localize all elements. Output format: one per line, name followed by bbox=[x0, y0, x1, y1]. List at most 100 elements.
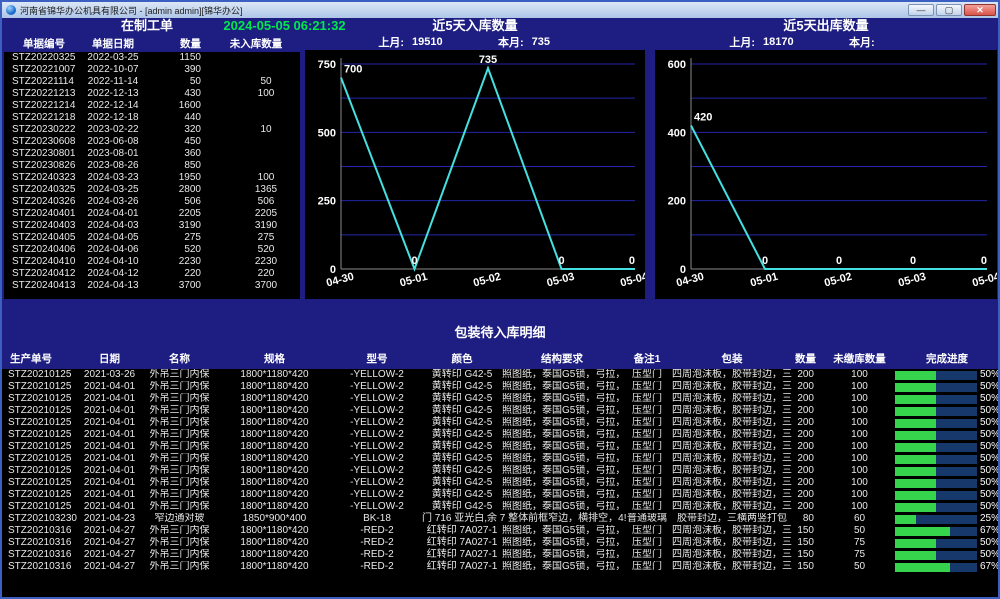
table-cell: 2800 bbox=[142, 184, 212, 196]
table-cell: STZ20221218 bbox=[4, 112, 84, 124]
table-cell: 220 bbox=[212, 268, 300, 280]
table-cell: 外吊三门内保 bbox=[142, 465, 217, 477]
progress-bar bbox=[895, 443, 977, 452]
table-row: STZ202101252021-04-01外吊三门内保1800*1180*420… bbox=[2, 441, 1000, 453]
table-cell: 200 bbox=[792, 489, 827, 501]
table-row: STZ202103162021-04-27外吊三门内保1800*1180*420… bbox=[2, 525, 1000, 537]
table-cell: STZ20210316 bbox=[2, 549, 77, 561]
table-cell: 1800*1180*420 bbox=[217, 381, 332, 393]
table-row: STZ202210072022-10-07390 bbox=[4, 64, 300, 76]
table-cell: 压型门 bbox=[622, 549, 672, 561]
progress-fill bbox=[895, 551, 936, 560]
table-cell: 四周泡沫板，胶带封边，三 bbox=[672, 405, 792, 417]
table-row: STZ202103162021-04-27外吊三门内保1800*1180*420… bbox=[2, 561, 1000, 573]
table-cell: 外吊三门内保 bbox=[142, 393, 217, 405]
packing-table: STZ202101252021-03-26外吊三门内保1800*1180*420… bbox=[2, 369, 1000, 597]
table-cell: 2021-04-01 bbox=[77, 441, 142, 453]
table-row: STZ202101252021-04-01外吊三门内保1800*1180*420… bbox=[2, 465, 1000, 477]
table-cell: STZ20210125 bbox=[2, 369, 77, 381]
progress-label: 67% bbox=[980, 525, 1000, 537]
table-cell: 1800*1180*420 bbox=[217, 549, 332, 561]
table-cell: 100 bbox=[827, 501, 892, 513]
table-cell: 四周泡沫板，胶带封边，三 bbox=[672, 561, 792, 573]
table-cell: 黄转印 G42-5 bbox=[422, 393, 502, 405]
table-cell: 照图纸，泰国G5锁，弓拉， bbox=[502, 477, 622, 489]
table-cell: 2021-04-27 bbox=[77, 525, 142, 537]
table-cell: 门 716 亚光白,余 7 整体前框窄边，横排空，4! bbox=[422, 513, 502, 525]
progress-bar bbox=[895, 503, 977, 512]
table-cell: 外吊三门内保 bbox=[142, 525, 217, 537]
table-cell: 2023-08-01 bbox=[84, 148, 142, 160]
progress-fill bbox=[895, 419, 936, 428]
progress-bar bbox=[895, 455, 977, 464]
svg-text:750: 750 bbox=[318, 59, 336, 71]
progress-cell: 50% bbox=[892, 549, 1000, 561]
table-cell: 320 bbox=[142, 124, 212, 136]
work-orders-header: 单据编号单据日期数量未入库数量 bbox=[4, 35, 300, 51]
this-month-value: 735 bbox=[532, 36, 572, 48]
table-cell: -RED-2 bbox=[332, 525, 422, 537]
table-cell: 50 bbox=[142, 76, 212, 88]
table-cell: 外吊三门内保 bbox=[142, 501, 217, 513]
table-cell: 红转印 7A027-1 bbox=[422, 561, 502, 573]
progress-label: 50% bbox=[980, 441, 1000, 453]
table-cell: STZ20210125 bbox=[2, 477, 77, 489]
table-cell: 390 bbox=[142, 64, 212, 76]
svg-text:0: 0 bbox=[558, 255, 564, 267]
table-cell: 506 bbox=[212, 196, 300, 208]
table-cell: 压型门 bbox=[622, 453, 672, 465]
table-cell: -RED-2 bbox=[332, 537, 422, 549]
table-cell: 100 bbox=[827, 405, 892, 417]
table-cell: STZ20210125 bbox=[2, 393, 77, 405]
table-cell: 50 bbox=[212, 76, 300, 88]
column-header: 规格 bbox=[217, 351, 332, 366]
table-cell: 1800*1180*420 bbox=[217, 477, 332, 489]
table-cell: 四周泡沫板，胶带封边，三 bbox=[672, 465, 792, 477]
table-cell: 1800*1180*420 bbox=[217, 405, 332, 417]
column-header: 型号 bbox=[332, 351, 422, 366]
table-cell: 照图纸，泰国G5锁，弓拉， bbox=[502, 381, 622, 393]
table-cell: 2021-03-26 bbox=[77, 369, 142, 381]
title-bar[interactable]: 河南省锦华办公机具有限公司 - [admin admin][锦华办公] — ▢ … bbox=[2, 2, 998, 18]
table-cell: 2022-12-18 bbox=[84, 112, 142, 124]
table-cell: 2022-12-14 bbox=[84, 100, 142, 112]
progress-fill bbox=[895, 443, 936, 452]
svg-text:420: 420 bbox=[694, 112, 712, 124]
svg-text:0: 0 bbox=[836, 255, 842, 267]
minimize-button[interactable]: — bbox=[908, 4, 934, 16]
table-cell: 压型门 bbox=[622, 525, 672, 537]
column-header: 生产单号 bbox=[2, 351, 77, 366]
table-cell bbox=[212, 100, 300, 112]
table-cell: 100 bbox=[827, 393, 892, 405]
table-cell: 照图纸，泰国G5锁，弓拉， bbox=[502, 537, 622, 549]
outbound-chart-title: 近5天出库数量 bbox=[655, 18, 997, 34]
progress-label: 67% bbox=[980, 561, 1000, 573]
maximize-button[interactable]: ▢ bbox=[936, 4, 962, 16]
table-cell bbox=[212, 160, 300, 172]
outbound-chart-panel: 020040060004-3005-0105-0205-0305-0442000… bbox=[655, 50, 997, 299]
window-title: 河南省锦华办公机具有限公司 - [admin admin][锦华办公] bbox=[20, 4, 906, 17]
close-button[interactable]: ✕ bbox=[964, 4, 996, 16]
outbound-line-chart: 020040060004-3005-0105-0205-0305-0442000… bbox=[655, 50, 997, 299]
svg-text:05-02: 05-02 bbox=[472, 271, 502, 290]
table-cell: STZ20210316 bbox=[2, 537, 77, 549]
table-cell: 440 bbox=[142, 112, 212, 124]
table-cell: 100 bbox=[212, 172, 300, 184]
this-month-label: 本月: bbox=[498, 34, 524, 50]
table-row: STZ202103162021-04-27外吊三门内保1800*1180*420… bbox=[2, 537, 1000, 549]
svg-text:05-04: 05-04 bbox=[619, 270, 645, 289]
table-cell bbox=[212, 64, 300, 76]
table-cell: 四周泡沫板，胶带封边，三 bbox=[672, 453, 792, 465]
progress-bar bbox=[895, 431, 977, 440]
progress-fill bbox=[895, 371, 936, 380]
progress-cell: 50% bbox=[892, 501, 1000, 513]
table-cell: -YELLOW-2 bbox=[332, 441, 422, 453]
table-cell: 外吊三门内保 bbox=[142, 537, 217, 549]
progress-label: 50% bbox=[980, 417, 1000, 429]
progress-cell: 50% bbox=[892, 369, 1000, 381]
table-cell: 2024-04-06 bbox=[84, 244, 142, 256]
progress-bar bbox=[895, 419, 977, 428]
table-cell: STZ20210125 bbox=[2, 381, 77, 393]
table-cell: 100 bbox=[827, 477, 892, 489]
table-cell: 2022-12-13 bbox=[84, 88, 142, 100]
